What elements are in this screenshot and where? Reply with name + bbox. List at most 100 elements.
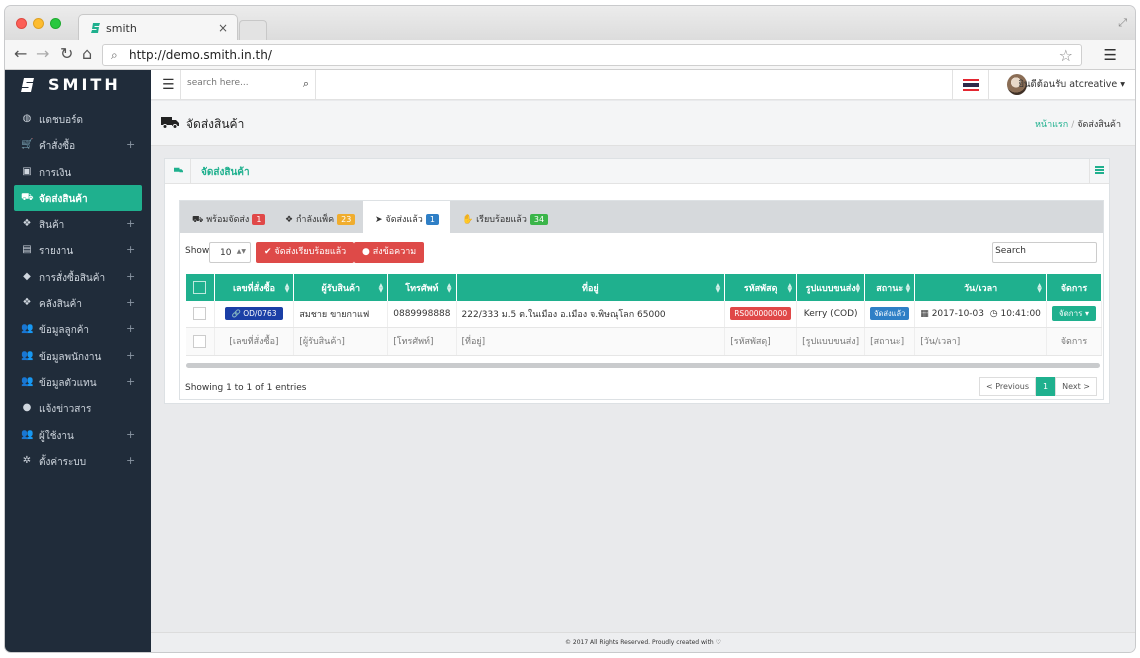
row-checkbox[interactable] [193,307,207,321]
bookmark-star-icon[interactable]: ☆ [1059,46,1073,65]
expand-plus-icon[interactable]: + [126,217,135,230]
reload-icon[interactable]: ↻ [60,44,73,63]
sidebar-item-5[interactable]: ▤ รายงาน + [5,237,151,263]
column-header-label: จัดการ [1060,283,1088,294]
sidebar-item-label: จัดส่งสินค้า [39,193,88,205]
filter-input-2[interactable]: [โทรศัพท์] [387,327,457,356]
table-row[interactable]: 🔗 OD/0763 สมชาย ขายกาแฟ 0889998888 222/333 … [186,301,1103,328]
smith-favicon-icon [91,23,100,33]
horizontal-scrollbar[interactable] [186,363,1100,368]
tab-label: จัดส่งแล้ว [385,215,423,225]
user-menu[interactable]: ยินดีต้อนรับ atcreative ▾ [1018,77,1125,92]
sidebar-item-9[interactable]: 👥 ข้อมูลพนักงาน + [5,343,151,369]
page-1-button[interactable]: 1 [1036,377,1056,396]
maximize-window-button[interactable] [50,18,61,29]
column-header-5[interactable]: รูปแบบขนส่ง ▲ ▼ [796,274,866,301]
expand-plus-icon[interactable]: + [126,270,135,283]
sidebar-item-6[interactable]: ◆ การสั่งซื้อสินค้า + [5,264,151,290]
breadcrumb-home[interactable]: หน้าแรก [1035,120,1068,130]
browser-tab[interactable]: smith × [78,14,238,41]
column-header-1[interactable]: ผู้รับสินค้า ▲ ▼ [293,274,389,301]
back-icon[interactable]: ← [14,44,27,63]
sidebar-item-4[interactable]: ❖ สินค้า + [5,211,151,237]
page-size-select[interactable]: 10 ▲▼ [209,242,251,263]
tab-close-icon[interactable]: × [218,21,228,35]
expand-plus-icon[interactable]: + [126,349,135,362]
expand-plus-icon[interactable]: + [126,243,135,256]
sidebar-item-0[interactable]: ◍ แดชบอร์ด [5,106,151,132]
filter-input-4[interactable]: [รหัสพัสดุ] [724,327,798,356]
close-window-button[interactable] [16,18,27,29]
brand[interactable]: SMITH [5,70,151,100]
sidebar-item-label: สินค้า [39,220,65,232]
home-icon[interactable]: ⌂ [82,44,92,63]
search-input[interactable] [187,78,292,88]
column-header-6[interactable]: สถานะ ▲ ▼ [864,274,916,301]
tab-count-badge: 1 [252,214,266,225]
tracking-badge: RS000000000 [730,306,792,320]
tab-0[interactable]: ⛟ พร้อมจัดส่ง 1 [180,201,273,233]
sidebar-item-12[interactable]: 👥 ผู้ใช้งาน + [5,422,151,448]
minimize-window-button[interactable] [33,18,44,29]
sidebar-item-7[interactable]: ❖ คลังสินค้า + [5,290,151,316]
column-header-label: สถานะ [876,283,904,294]
column-header-7[interactable]: วัน/เวลา ▲ ▼ [914,274,1047,301]
next-page-button[interactable]: Next > [1055,377,1097,396]
expand-plus-icon[interactable]: + [126,454,135,467]
sidebar-item-10[interactable]: 👥 ข้อมูลตัวแทน + [5,369,151,395]
fullscreen-icon[interactable]: ⤢ [1118,16,1127,30]
tab-2[interactable]: ➤ จัดส่งแล้ว 1 [363,201,450,233]
order-number-badge[interactable]: 🔗 OD/0763 [225,306,283,320]
status-cell: จัดส่งแล้ว [864,301,916,328]
sidebar-item-8[interactable]: 👥 ข้อมูลลูกค้า + [5,316,151,342]
sidebar-item-13[interactable]: ✲ ตั้งค่าระบบ + [5,448,151,474]
expand-plus-icon[interactable]: + [126,322,135,335]
filter-input-1[interactable]: [ผู้รับสินค้า] [293,327,389,356]
filter-input-6[interactable]: [สถานะ] [864,327,916,356]
sidebar-item-2[interactable]: ▣ การเงิน [5,159,151,185]
manage-dropdown-button[interactable]: จัดการ ▾ [1051,306,1096,322]
table-search-input[interactable] [992,242,1097,263]
expand-plus-icon[interactable]: + [126,296,135,309]
select-all-checkbox[interactable] [193,281,207,294]
brand-name: SMITH [48,75,121,94]
filter-checkbox[interactable] [193,334,207,348]
mark-delivered-button[interactable]: ✔ จัดส่งเรียบร้อยแล้ว [256,242,355,263]
column-header-0[interactable]: เลขที่สั่งซื้อ ▲ ▼ [214,274,295,301]
shipping-table: เลขที่สั่งซื้อ ▲ ▼ ผู้รับสินค้า ▲ ▼ โทรศัพท์ ▲ ▼… [186,274,1103,356]
browser-menu-icon[interactable]: ☰ [1104,46,1117,64]
sidebar-item-label: แจ้งข่าวสาร [39,404,92,416]
hamburger-icon[interactable]: ☰ [162,77,175,93]
breadcrumb-current: จัดส่งสินค้า [1077,120,1121,130]
search-icon[interactable]: ⌕ [303,77,309,91]
column-header-3[interactable]: ที่อยู่ ▲ ▼ [456,274,726,301]
filter-input-0[interactable]: [เลขที่สั่งซื้อ] [214,327,295,356]
new-tab-button[interactable] [239,20,267,40]
previous-page-button[interactable]: < Previous [978,377,1037,396]
expand-plus-icon[interactable]: + [126,428,135,441]
tab-label: กำลังแพ็ค [295,215,335,225]
language-switch[interactable] [952,70,989,100]
filter-input-3[interactable]: [ที่อยู่] [456,327,726,356]
sidebar-item-label: การสั่งซื้อสินค้า [39,272,106,284]
panel-settings-icon[interactable] [1089,159,1109,184]
column-header-2[interactable]: โทรศัพท์ ▲ ▼ [387,274,457,301]
filter-input-7[interactable]: [วัน/เวลา] [914,327,1047,356]
column-header-4[interactable]: รหัสพัสดุ ▲ ▼ [724,274,798,301]
time-text: 10:41:00 [1000,308,1041,319]
tab-1[interactable]: ❖ กำลังแพ็ค 23 [273,201,363,233]
send-message-button[interactable]: ● ส่งข้อความ [354,242,425,263]
expand-plus-icon[interactable]: + [126,138,135,151]
header-search: ⌕ [180,70,316,100]
expand-plus-icon[interactable]: + [126,375,135,388]
column-header-label: วัน/เวลา [963,283,998,294]
sidebar-item-11[interactable]: ● แจ้งข่าวสาร [5,395,151,421]
truck-icon [161,117,179,129]
smith-logo-icon [21,78,34,92]
tab-3[interactable]: ✋ เรียบร้อยแล้ว 34 [450,201,550,233]
filter-input-5[interactable]: [รูปแบบขนส่ง] [796,327,866,356]
forward-icon[interactable]: → [36,44,49,63]
sidebar-item-3[interactable]: ⛟ จัดส่งสินค้า [14,184,142,212]
sidebar-item-1[interactable]: 🛒 คำสั่งซื้อ + [5,132,151,158]
address-bar[interactable]: ⌕ http://demo.smith.in.th/ ☆ [102,44,1082,66]
